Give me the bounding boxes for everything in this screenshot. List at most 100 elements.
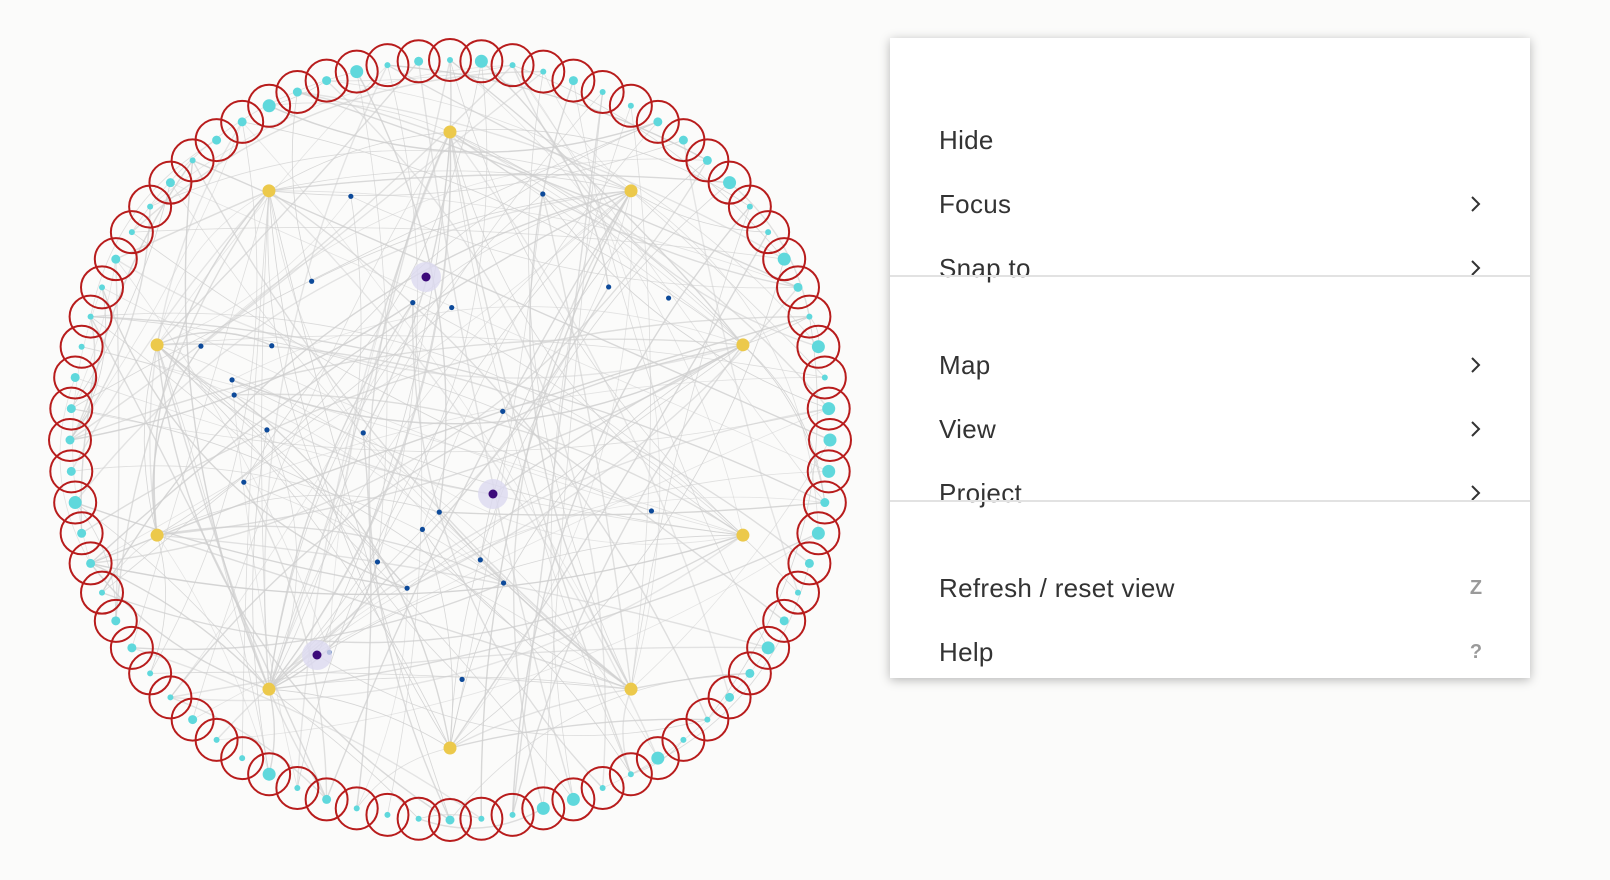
ring-node[interactable] — [765, 229, 772, 236]
ring-node[interactable] — [322, 76, 332, 86]
ring-node[interactable] — [820, 498, 830, 508]
inner-node[interactable] — [477, 557, 483, 563]
ring-node[interactable] — [653, 117, 663, 127]
ring-node[interactable] — [213, 736, 220, 743]
ring-node[interactable] — [165, 178, 175, 188]
ring-node[interactable] — [823, 433, 837, 447]
inner-node[interactable] — [648, 508, 655, 514]
menu-item-map[interactable]: Map — [890, 337, 1530, 393]
hub-node[interactable] — [150, 528, 164, 542]
ring-node[interactable] — [292, 87, 302, 97]
inner-node[interactable] — [436, 509, 442, 515]
ring-node[interactable] — [509, 811, 516, 818]
ring-node[interactable] — [627, 771, 634, 778]
ring-node[interactable] — [167, 694, 174, 701]
ring-node[interactable] — [447, 57, 453, 63]
ring-node[interactable] — [821, 374, 828, 381]
ring-node[interactable] — [128, 229, 135, 236]
inner-node[interactable] — [500, 580, 507, 586]
hub-node[interactable] — [624, 184, 638, 198]
highlighted-node[interactable] — [312, 650, 322, 660]
inner-node[interactable] — [264, 427, 270, 433]
hub-node[interactable] — [443, 741, 457, 755]
inner-node[interactable] — [374, 559, 381, 565]
ring-node[interactable] — [99, 284, 106, 291]
inner-node[interactable] — [241, 479, 247, 485]
ring-node[interactable] — [651, 751, 665, 765]
ring-node[interactable] — [65, 435, 75, 445]
hub-node[interactable] — [624, 682, 638, 696]
highlighted-node[interactable] — [421, 272, 431, 282]
menu-item-view[interactable]: View — [890, 401, 1530, 457]
ring-node[interactable] — [384, 811, 391, 818]
ring-node[interactable] — [793, 282, 803, 292]
ring-node[interactable] — [414, 56, 424, 66]
ring-node[interactable] — [212, 135, 222, 145]
inner-node[interactable] — [500, 408, 506, 414]
ring-node[interactable] — [680, 736, 687, 743]
inner-node[interactable] — [665, 295, 672, 301]
ring-node[interactable] — [540, 68, 547, 75]
ring-node[interactable] — [77, 528, 87, 538]
menu-item-project[interactable]: Project — [890, 465, 1530, 521]
inner-node[interactable] — [231, 392, 237, 398]
ring-node[interactable] — [99, 589, 106, 596]
ring-node[interactable] — [678, 135, 688, 145]
ring-node[interactable] — [804, 558, 814, 568]
menu-item-help[interactable]: Help ? — [890, 624, 1530, 680]
ring-node[interactable] — [566, 792, 580, 806]
ring-node[interactable] — [237, 117, 247, 127]
ring-node[interactable] — [811, 340, 825, 354]
ring-node[interactable] — [294, 784, 301, 791]
ring-node[interactable] — [509, 62, 516, 69]
ring-node[interactable] — [599, 784, 606, 791]
ring-node[interactable] — [725, 692, 735, 702]
menu-item-focus[interactable]: Focus — [890, 176, 1530, 232]
ring-node[interactable] — [822, 402, 836, 416]
ring-node[interactable] — [779, 616, 789, 626]
ring-node[interactable] — [78, 343, 85, 350]
ring-node[interactable] — [86, 558, 96, 568]
highlighted-node[interactable] — [488, 489, 498, 499]
ring-node[interactable] — [147, 670, 154, 677]
ring-node[interactable] — [746, 203, 753, 210]
ring-node[interactable] — [384, 62, 391, 69]
ring-node[interactable] — [68, 496, 82, 510]
ring-node[interactable] — [239, 755, 246, 762]
ring-node[interactable] — [794, 589, 801, 596]
ring-node[interactable] — [188, 715, 198, 725]
hub-node[interactable] — [736, 528, 750, 542]
ring-node[interactable] — [627, 102, 634, 109]
ring-node[interactable] — [723, 176, 737, 190]
ring-node[interactable] — [147, 203, 154, 210]
ring-node[interactable] — [536, 801, 550, 815]
inner-node[interactable] — [269, 343, 275, 349]
inner-node[interactable] — [410, 300, 416, 306]
inner-node[interactable] — [348, 193, 354, 199]
network-graph[interactable] — [0, 0, 880, 880]
hub-node[interactable] — [443, 125, 457, 139]
hub-node[interactable] — [736, 338, 750, 352]
inner-node[interactable] — [606, 284, 612, 290]
ring-node[interactable] — [702, 155, 712, 165]
inner-node[interactable] — [309, 278, 315, 284]
inner-node[interactable] — [540, 191, 546, 197]
ring-node[interactable] — [806, 313, 813, 320]
ring-node[interactable] — [127, 643, 137, 653]
ring-node[interactable] — [262, 99, 276, 113]
inner-node[interactable] — [459, 676, 465, 682]
ring-node[interactable] — [568, 76, 578, 86]
inner-node[interactable] — [449, 304, 455, 311]
ring-node[interactable] — [415, 815, 422, 822]
ring-node[interactable] — [262, 767, 276, 781]
ring-node[interactable] — [322, 794, 332, 804]
menu-item-snap-to[interactable]: Snap to — [890, 240, 1530, 296]
ring-node[interactable] — [478, 815, 485, 822]
inner-node[interactable] — [198, 343, 204, 349]
ring-node[interactable] — [66, 404, 76, 414]
ring-node[interactable] — [474, 54, 488, 68]
ring-node[interactable] — [822, 464, 836, 478]
ring-node[interactable] — [761, 641, 775, 655]
inner-node[interactable] — [419, 526, 426, 533]
menu-item-hide[interactable]: Hide — [890, 112, 1530, 168]
